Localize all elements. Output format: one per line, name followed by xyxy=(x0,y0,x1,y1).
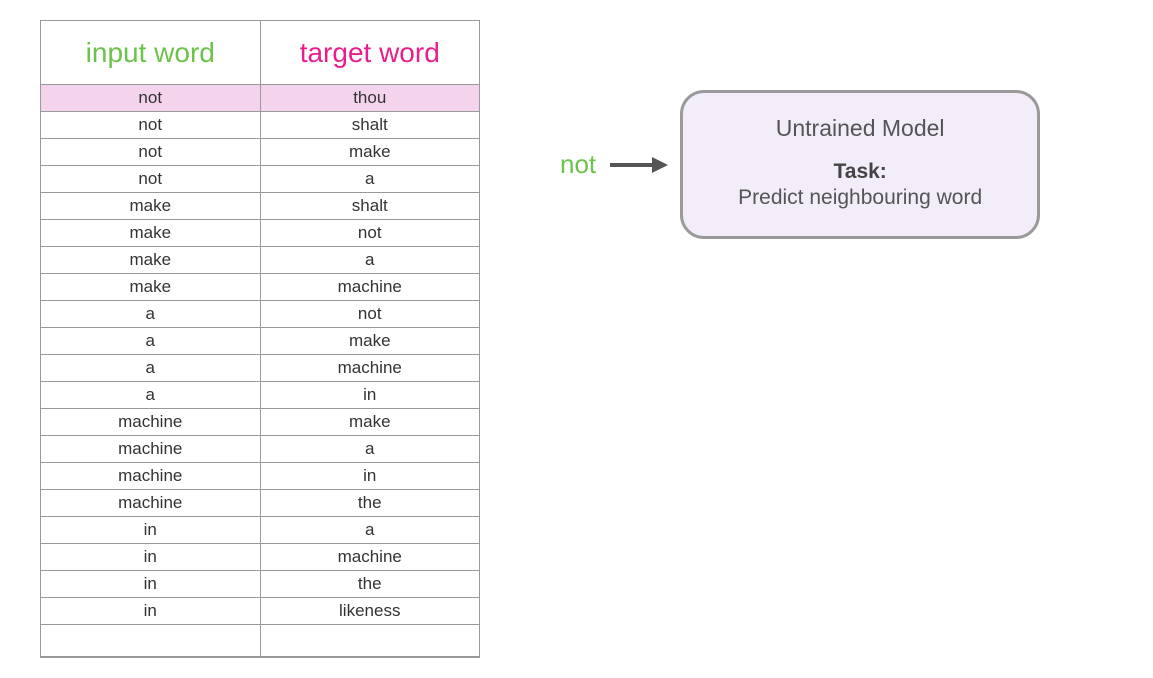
cell-target: a xyxy=(261,517,480,544)
table-row: makea xyxy=(41,247,479,274)
table-row: machinethe xyxy=(41,490,479,517)
table-row: ina xyxy=(41,517,479,544)
table-row: inlikeness xyxy=(41,598,479,625)
cell-target: in xyxy=(261,463,480,490)
table-row: amake xyxy=(41,328,479,355)
table-row: amachine xyxy=(41,355,479,382)
cell-target: in xyxy=(261,382,480,409)
cell-input: not xyxy=(41,112,261,139)
table-row: machinea xyxy=(41,436,479,463)
cell-target: shalt xyxy=(261,193,480,220)
table-row: makenot xyxy=(41,220,479,247)
arrow-icon xyxy=(608,153,668,177)
cell-input: machine xyxy=(41,436,261,463)
table-body: notthounotshaltnotmakenotamakeshaltmaken… xyxy=(41,85,479,657)
cell-target: not xyxy=(261,301,480,328)
cell-input: make xyxy=(41,220,261,247)
table-row: inthe xyxy=(41,571,479,598)
table-header-row: input word target word xyxy=(41,21,479,85)
cell-input: make xyxy=(41,274,261,301)
table-row: ain xyxy=(41,382,479,409)
table-row: machinemake xyxy=(41,409,479,436)
cell-target: machine xyxy=(261,544,480,571)
cell-target: shalt xyxy=(261,112,480,139)
table-row-empty xyxy=(41,625,479,657)
cell-input: in xyxy=(41,544,261,571)
cell-input: machine xyxy=(41,409,261,436)
cell-input: not xyxy=(41,139,261,166)
cell-input: in xyxy=(41,571,261,598)
model-box: Untrained Model Task: Predict neighbouri… xyxy=(680,90,1040,239)
cell-target: a xyxy=(261,436,480,463)
cell-input: a xyxy=(41,301,261,328)
task-label: Task: xyxy=(719,160,1001,184)
cell-target: make xyxy=(261,409,480,436)
table-row: nota xyxy=(41,166,479,193)
cell-input: a xyxy=(41,382,261,409)
cell-input: a xyxy=(41,355,261,382)
cell-empty xyxy=(261,625,480,657)
cell-empty xyxy=(41,625,261,657)
cell-target: likeness xyxy=(261,598,480,625)
table-row: inmachine xyxy=(41,544,479,571)
model-flow: not Untrained Model Task: Predict neighb… xyxy=(560,90,1040,239)
table-row: machinein xyxy=(41,463,479,490)
cell-target: machine xyxy=(261,274,480,301)
table-row: notshalt xyxy=(41,112,479,139)
cell-input: not xyxy=(41,85,261,112)
column-header-target: target word xyxy=(261,21,480,85)
cell-target: a xyxy=(261,247,480,274)
flow-input-token: not xyxy=(560,149,596,180)
cell-target: not xyxy=(261,220,480,247)
table-row: makemachine xyxy=(41,274,479,301)
cell-input: make xyxy=(41,247,261,274)
cell-input: make xyxy=(41,193,261,220)
cell-input: not xyxy=(41,166,261,193)
cell-target: make xyxy=(261,139,480,166)
cell-input: machine xyxy=(41,463,261,490)
cell-target: a xyxy=(261,166,480,193)
cell-target: machine xyxy=(261,355,480,382)
column-header-input: input word xyxy=(41,21,261,85)
table-row: notmake xyxy=(41,139,479,166)
cell-input: a xyxy=(41,328,261,355)
table-row: notthou xyxy=(41,85,479,112)
table-row: makeshalt xyxy=(41,193,479,220)
cell-input: in xyxy=(41,598,261,625)
model-title: Untrained Model xyxy=(719,115,1001,142)
cell-target: the xyxy=(261,490,480,517)
table-row: anot xyxy=(41,301,479,328)
cell-input: machine xyxy=(41,490,261,517)
cell-input: in xyxy=(41,517,261,544)
cell-target: the xyxy=(261,571,480,598)
cell-target: thou xyxy=(261,85,480,112)
cell-target: make xyxy=(261,328,480,355)
task-description: Predict neighbouring word xyxy=(719,186,1001,210)
training-pairs-table: input word target word notthounotshaltno… xyxy=(40,20,480,658)
